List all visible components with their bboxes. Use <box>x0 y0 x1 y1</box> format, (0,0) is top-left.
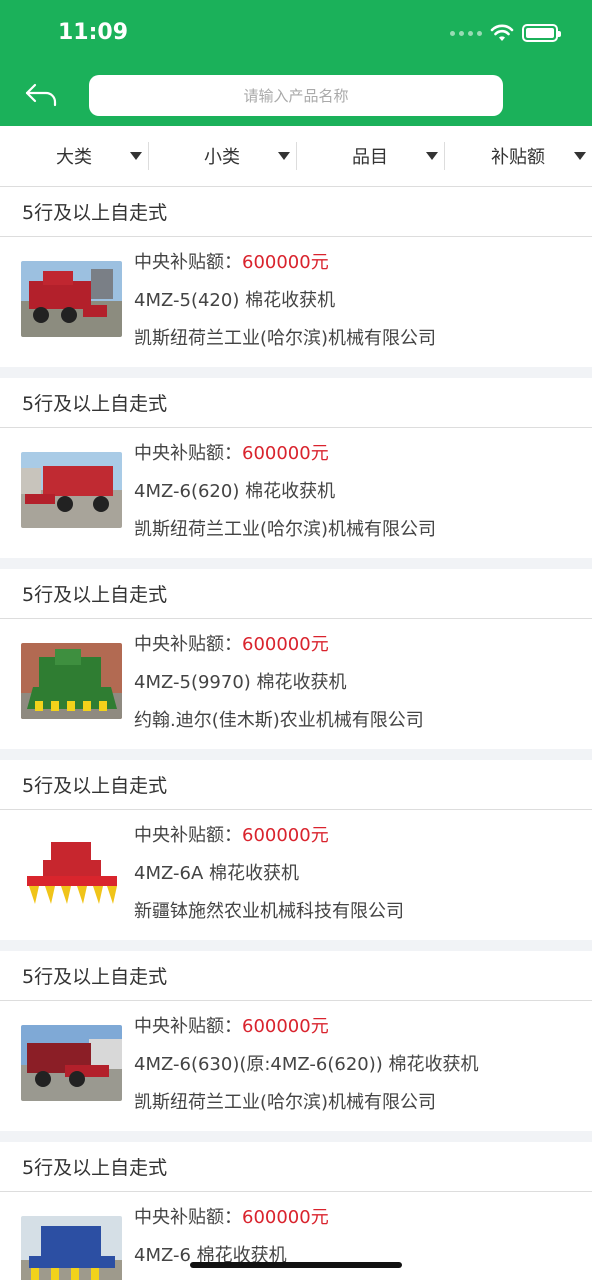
back-arrow-icon <box>25 83 57 107</box>
product-category: 5行及以上自走式 <box>0 187 592 237</box>
filter-category[interactable]: 大类 <box>0 126 148 186</box>
subsidy-amount: 600000元 <box>242 443 329 464</box>
product-model: 4MZ-5(9970) 棉花收获机 <box>134 672 347 693</box>
filter-category-label: 大类 <box>56 147 92 168</box>
product-category: 5行及以上自走式 <box>0 378 592 428</box>
search-placeholder: 请输入产品名称 <box>243 87 349 105</box>
signal-dots-icon <box>450 30 482 36</box>
product-image <box>21 452 122 528</box>
product-card[interactable]: 5行及以上自走式 中央补贴额：600000元 4MZ-5(9970) 棉花收获机… <box>0 569 592 760</box>
subsidy-label: 中央补贴额： <box>134 252 242 273</box>
subsidy-label: 中央补贴额： <box>134 1016 242 1037</box>
subsidy-amount: 600000元 <box>242 252 329 273</box>
product-image <box>21 1216 122 1280</box>
filter-subsidy-label: 补贴额 <box>491 147 545 168</box>
filter-item-label: 品目 <box>352 147 388 168</box>
product-category: 5行及以上自走式 <box>0 569 592 619</box>
product-card[interactable]: 5行及以上自走式 中央补贴额：600000元 4MZ-6A 棉花收获机 新疆钵施… <box>0 760 592 951</box>
product-image <box>21 261 122 337</box>
product-company: 凯斯纽荷兰工业(哈尔滨)机械有限公司 <box>134 519 437 540</box>
filter-item[interactable]: 品目 <box>296 126 444 186</box>
product-card[interactable]: 5行及以上自走式 中央补贴额：600000元 4MZ-6 棉花收获机 <box>0 1142 592 1280</box>
product-image <box>21 1025 122 1101</box>
product-model: 4MZ-6A 棉花收获机 <box>134 863 299 884</box>
filter-subsidy[interactable]: 补贴额 <box>444 126 592 186</box>
dropdown-arrow-icon <box>278 152 290 160</box>
product-card[interactable]: 5行及以上自走式 中央补贴额：600000元 4MZ-6(630)(原:4MZ-… <box>0 951 592 1142</box>
product-category: 5行及以上自走式 <box>0 1142 592 1192</box>
product-image <box>21 643 122 719</box>
product-category: 5行及以上自走式 <box>0 760 592 810</box>
dropdown-arrow-icon <box>574 152 586 160</box>
product-category: 5行及以上自走式 <box>0 951 592 1001</box>
product-list: 5行及以上自走式 中央补贴额：600000元 4MZ-5(420) 棉花收获机 … <box>0 187 592 1280</box>
product-model: 4MZ-6(620) 棉花收获机 <box>134 481 336 502</box>
subsidy-amount: 600000元 <box>242 1016 329 1037</box>
app-header: 11:09 请输入产品名称 <box>0 0 592 126</box>
dropdown-arrow-icon <box>426 152 438 160</box>
dropdown-arrow-icon <box>130 152 142 160</box>
product-company: 新疆钵施然农业机械科技有限公司 <box>134 901 404 922</box>
subsidy-label: 中央补贴额： <box>134 634 242 655</box>
home-indicator[interactable] <box>190 1262 402 1268</box>
filter-subcategory-label: 小类 <box>204 147 240 168</box>
battery-icon <box>522 24 561 42</box>
product-company: 凯斯纽荷兰工业(哈尔滨)机械有限公司 <box>134 1092 437 1113</box>
product-model: 4MZ-6 棉花收获机 <box>134 1245 287 1266</box>
filter-bar: 大类 小类 品目 补贴额 <box>0 126 592 187</box>
subsidy-amount: 600000元 <box>242 825 329 846</box>
product-model: 4MZ-6(630)(原:4MZ-6(620)) 棉花收获机 <box>134 1054 479 1075</box>
filter-subcategory[interactable]: 小类 <box>148 126 296 186</box>
subsidy-label: 中央补贴额： <box>134 825 242 846</box>
wifi-icon <box>490 24 514 41</box>
status-time: 11:09 <box>58 20 129 45</box>
subsidy-label: 中央补贴额： <box>134 443 242 464</box>
back-button[interactable] <box>22 78 62 114</box>
subsidy-label: 中央补贴额： <box>134 1207 242 1228</box>
status-icons <box>450 24 561 42</box>
product-company: 凯斯纽荷兰工业(哈尔滨)机械有限公司 <box>134 328 437 349</box>
search-input[interactable]: 请输入产品名称 <box>89 75 503 116</box>
product-image <box>21 834 122 910</box>
product-model: 4MZ-5(420) 棉花收获机 <box>134 290 336 311</box>
subsidy-amount: 600000元 <box>242 634 329 655</box>
subsidy-amount: 600000元 <box>242 1207 329 1228</box>
product-card[interactable]: 5行及以上自走式 中央补贴额：600000元 4MZ-5(420) 棉花收获机 … <box>0 187 592 378</box>
product-company: 约翰.迪尔(佳木斯)农业机械有限公司 <box>134 710 424 731</box>
product-card[interactable]: 5行及以上自走式 中央补贴额：600000元 4MZ-6(620) 棉花收获机 … <box>0 378 592 569</box>
